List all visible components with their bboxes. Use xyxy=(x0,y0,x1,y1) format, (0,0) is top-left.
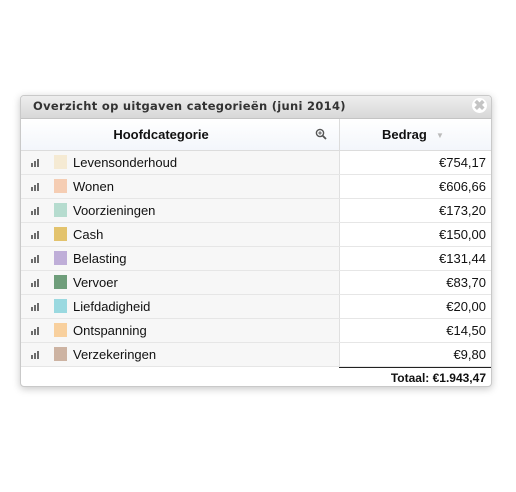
header-amount[interactable]: Bedrag ▼ xyxy=(340,119,491,150)
category-color-swatch xyxy=(54,179,67,193)
expense-overview-dialog: Overzicht op uitgaven categorieën (juni … xyxy=(20,95,492,387)
category-color-swatch xyxy=(54,155,67,169)
category-cell: Voorzieningen xyxy=(21,199,340,222)
total-amount: Totaal: €1.943,47 xyxy=(390,371,486,385)
bar-chart-icon[interactable] xyxy=(31,279,40,287)
category-amount: €14,50 xyxy=(446,323,486,338)
table-row[interactable]: Liefdadigheid €20,00 xyxy=(21,295,491,319)
table-row[interactable]: Cash €150,00 xyxy=(21,223,491,247)
category-cell: Verzekeringen xyxy=(21,343,340,366)
category-color-swatch xyxy=(54,299,67,313)
category-cell: Liefdadigheid xyxy=(21,295,340,318)
category-name: Verzekeringen xyxy=(73,347,157,362)
table-row[interactable]: Vervoer €83,70 xyxy=(21,271,491,295)
category-amount: €131,44 xyxy=(439,251,486,266)
table-row[interactable]: Voorzieningen €173,20 xyxy=(21,199,491,223)
table-row[interactable]: Belasting €131,44 xyxy=(21,247,491,271)
category-cell: Ontspanning xyxy=(21,319,340,342)
category-color-swatch xyxy=(54,347,67,361)
total-row: Totaal: €1.943,47 xyxy=(21,367,491,386)
total-divider xyxy=(339,367,491,368)
category-name: Cash xyxy=(73,227,104,242)
table-row[interactable]: Levensonderhoud €754,17 xyxy=(21,151,491,175)
table-row[interactable]: Ontspanning €14,50 xyxy=(21,319,491,343)
category-amount: €173,20 xyxy=(439,203,486,218)
close-icon[interactable]: ✖ xyxy=(472,98,487,113)
category-name: Levensonderhoud xyxy=(73,155,178,170)
bar-chart-icon[interactable] xyxy=(31,231,40,239)
category-amount: €83,70 xyxy=(446,275,486,290)
category-color-swatch xyxy=(54,323,67,337)
bar-chart-icon[interactable] xyxy=(31,183,40,191)
category-cell: Levensonderhoud xyxy=(21,151,340,174)
table-row[interactable]: Verzekeringen €9,80 xyxy=(21,343,491,367)
table-body: Levensonderhoud €754,17 Wonen €606,66 Voorzi… xyxy=(21,151,491,367)
category-cell: Wonen xyxy=(21,175,340,198)
bar-chart-icon[interactable] xyxy=(31,303,40,311)
table-row[interactable]: Wonen €606,66 xyxy=(21,175,491,199)
header-category[interactable]: Hoofdcategorie xyxy=(21,119,340,150)
bar-chart-icon[interactable] xyxy=(31,255,40,263)
header-amount-label: Bedrag xyxy=(382,127,427,142)
category-amount: €20,00 xyxy=(446,299,486,314)
bar-chart-icon[interactable] xyxy=(31,207,40,215)
category-color-swatch xyxy=(54,203,67,217)
category-name: Ontspanning xyxy=(73,323,147,338)
category-name: Liefdadigheid xyxy=(73,299,151,314)
category-color-swatch xyxy=(54,275,67,289)
bar-chart-icon[interactable] xyxy=(31,351,40,359)
category-table: Hoofdcategorie Bedrag ▼ Levensonderhoud €… xyxy=(21,119,491,386)
table-header: Hoofdcategorie Bedrag ▼ xyxy=(21,119,491,151)
category-amount: €754,17 xyxy=(439,155,486,170)
dialog-titlebar: Overzicht op uitgaven categorieën (juni … xyxy=(21,96,491,119)
header-category-label: Hoofdcategorie xyxy=(113,127,209,142)
category-name: Voorzieningen xyxy=(73,203,156,218)
category-name: Wonen xyxy=(73,179,114,194)
category-name: Vervoer xyxy=(73,275,118,290)
category-amount: €9,80 xyxy=(453,347,486,362)
sort-down-icon[interactable]: ▼ xyxy=(436,131,444,140)
magnifier-icon[interactable] xyxy=(315,128,327,140)
bar-chart-icon[interactable] xyxy=(31,159,40,167)
dialog-title: Overzicht op uitgaven categorieën (juni … xyxy=(33,99,346,113)
category-name: Belasting xyxy=(73,251,127,266)
category-cell: Vervoer xyxy=(21,271,340,294)
category-amount: €150,00 xyxy=(439,227,486,242)
category-color-swatch xyxy=(54,227,67,241)
category-cell: Cash xyxy=(21,223,340,246)
category-color-swatch xyxy=(54,251,67,265)
bar-chart-icon[interactable] xyxy=(31,327,40,335)
category-amount: €606,66 xyxy=(439,179,486,194)
category-cell: Belasting xyxy=(21,247,340,270)
